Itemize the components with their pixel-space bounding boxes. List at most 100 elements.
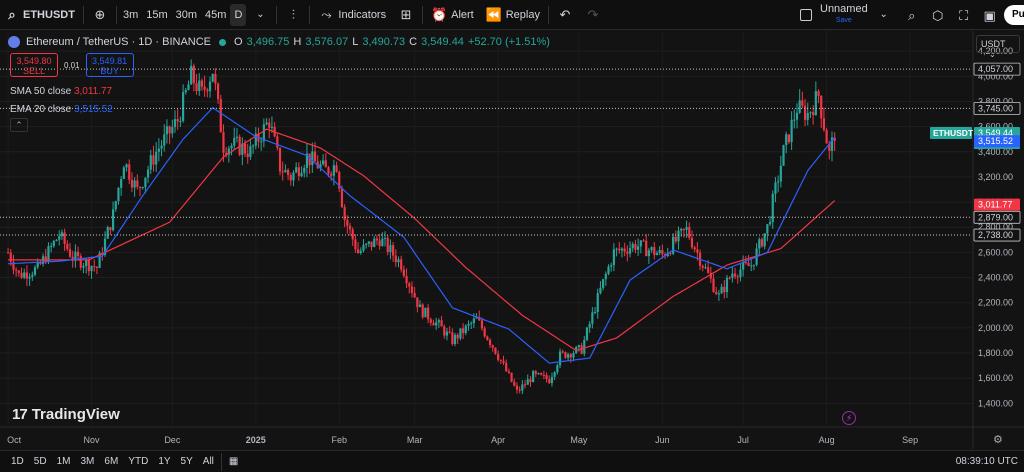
chart-pane[interactable]: 1,400.00 1,600.00 1,800.00 2,000.00 2,200.00… (0, 31, 1024, 449)
candle-body-up (365, 243, 368, 245)
candle-body-down (760, 239, 764, 247)
calendar-icon[interactable]: ▦ (224, 456, 243, 467)
layout-menu[interactable]: Unnamed Save ⌄ ⌕ ⬡ ⛶ ▣ (800, 0, 998, 30)
interval-dropdown[interactable]: ⌄ (246, 0, 274, 30)
range-all[interactable]: All (198, 456, 219, 467)
ethereum-icon (8, 36, 20, 48)
candle-body-down (79, 256, 82, 268)
undo-icon: ↶ (559, 7, 571, 22)
x-tick-label: Jun (655, 435, 670, 445)
range-6m[interactable]: 6M (99, 456, 123, 467)
candle-body-down (413, 292, 416, 298)
candle-body-down (515, 385, 519, 390)
indicator-legend: SMA 50 close 3,011.77 EMA 20 close 3,515… (10, 83, 113, 119)
candle-body-up (265, 122, 268, 125)
range-1y[interactable]: 1Y (153, 456, 175, 467)
range-3m[interactable]: 3M (76, 456, 100, 467)
candle-body-up (373, 238, 376, 248)
candle-body-down (15, 269, 18, 271)
ema-params: 20 close (33, 104, 72, 115)
settings-icon[interactable]: ⬡ (930, 7, 946, 23)
interval-45m[interactable]: 45m (201, 0, 230, 30)
collapse-legend-button[interactable]: ⌃ (10, 118, 28, 132)
chart-settings-icon[interactable]: ⚙ (993, 433, 1003, 446)
sma-legend[interactable]: SMA 50 close 3,011.77 (10, 83, 113, 101)
utc-clock[interactable]: 08:39:10 UTC (956, 456, 1018, 467)
symbol-search[interactable]: ⌕ ETHUSDT (0, 0, 81, 30)
candle-body-down (486, 336, 489, 340)
candle-body-up (58, 236, 61, 240)
candle-body-up (52, 240, 55, 246)
candle-body-down (138, 186, 142, 188)
ema-legend[interactable]: EMA 20 close 3,515.52 (10, 101, 113, 119)
candle-body-up (292, 172, 295, 181)
candle-body-down (6, 252, 10, 254)
candle-body-down (286, 169, 290, 176)
compare-button[interactable]: ⊕ (86, 0, 114, 30)
camera-icon[interactable]: ▣ (982, 7, 998, 23)
candle-body-down (623, 248, 626, 252)
range-1m[interactable]: 1M (52, 456, 76, 467)
candle-body-down (564, 352, 567, 358)
candle-body-up (750, 265, 753, 267)
symbol-legend: Ethereum / TetherUS · 1D · BINANCE O 3,49… (8, 36, 550, 48)
candle-body-down (152, 155, 155, 165)
tradingview-mark-icon: 17 (12, 406, 28, 423)
candle-body-down (68, 249, 72, 257)
candle-body-down (400, 259, 403, 270)
candle-body-down (801, 100, 804, 106)
price-chart[interactable]: 1,400.00 1,600.00 1,800.00 2,000.00 2,200.00… (0, 31, 1024, 449)
candle-body-up (389, 245, 392, 253)
candle-body-down (696, 249, 699, 253)
interval-d[interactable]: D (230, 3, 247, 26)
candle-body-down (510, 372, 513, 382)
publish-button[interactable]: Pu (1004, 5, 1024, 25)
candle-body-up (144, 177, 147, 188)
templates-button[interactable]: ⊞ (392, 0, 420, 30)
sell-button[interactable]: 3,549.80 SELL (10, 53, 58, 77)
price-level-label: 2,738.00 (978, 230, 1013, 240)
alert-button[interactable]: ⏰ Alert (425, 0, 480, 30)
divider (276, 5, 278, 24)
chevron-down-icon[interactable]: ⌄ (876, 7, 892, 23)
ema-value: 3,515.52 (73, 104, 113, 115)
replay-button[interactable]: ⏪ Replay (480, 0, 546, 30)
x-tick-label: Mar (407, 435, 423, 445)
high-label: H (293, 36, 302, 48)
currency-selector[interactable]: USDT ⌄ (976, 35, 1020, 59)
chart-type-button[interactable]: ⫶ (279, 0, 307, 30)
candle-body-up (445, 331, 449, 336)
indicators-button[interactable]: ⤳ Indicators (312, 0, 392, 30)
interval-3m[interactable]: 3m (119, 0, 142, 30)
candle-body-up (249, 146, 252, 158)
candle-body-up (704, 267, 707, 269)
candle-body-up (211, 73, 214, 82)
symbol-marker-label: ETHUSDT (933, 128, 974, 138)
candle-body-up (437, 320, 440, 323)
quick-search-icon[interactable]: ⌕ (904, 7, 920, 23)
buy-button[interactable]: 3,549.81 BUY (85, 53, 134, 77)
range-5y[interactable]: 5Y (176, 456, 198, 467)
candle-body-up (628, 248, 632, 254)
candle-body-up (303, 167, 306, 173)
range-1d[interactable]: 1D (6, 456, 29, 467)
close-value: 3,549.44 (421, 36, 464, 48)
undo-button[interactable]: ↶ (551, 0, 579, 30)
candle-body-down (392, 245, 395, 256)
candle-body-down (214, 73, 217, 84)
candle-body-up (60, 232, 64, 237)
range-5d[interactable]: 5D (29, 456, 52, 467)
fullscreen-icon[interactable]: ⛶ (956, 7, 972, 23)
candle-body-up (717, 293, 721, 295)
candle-body-down (343, 207, 346, 220)
redo-button[interactable]: ↷ (579, 0, 607, 30)
candle-body-up (190, 65, 193, 85)
candle-body-up (181, 92, 185, 121)
tradingview-logo[interactable]: 17 TradingView (12, 406, 120, 423)
range-ytd[interactable]: YTD (123, 456, 153, 467)
interval-30m[interactable]: 30m (172, 0, 201, 30)
interval-15m[interactable]: 15m (142, 0, 171, 30)
candle-body-up (768, 222, 772, 225)
lightning-icon[interactable]: ⚡ (842, 411, 856, 425)
candle-body-up (171, 127, 174, 134)
